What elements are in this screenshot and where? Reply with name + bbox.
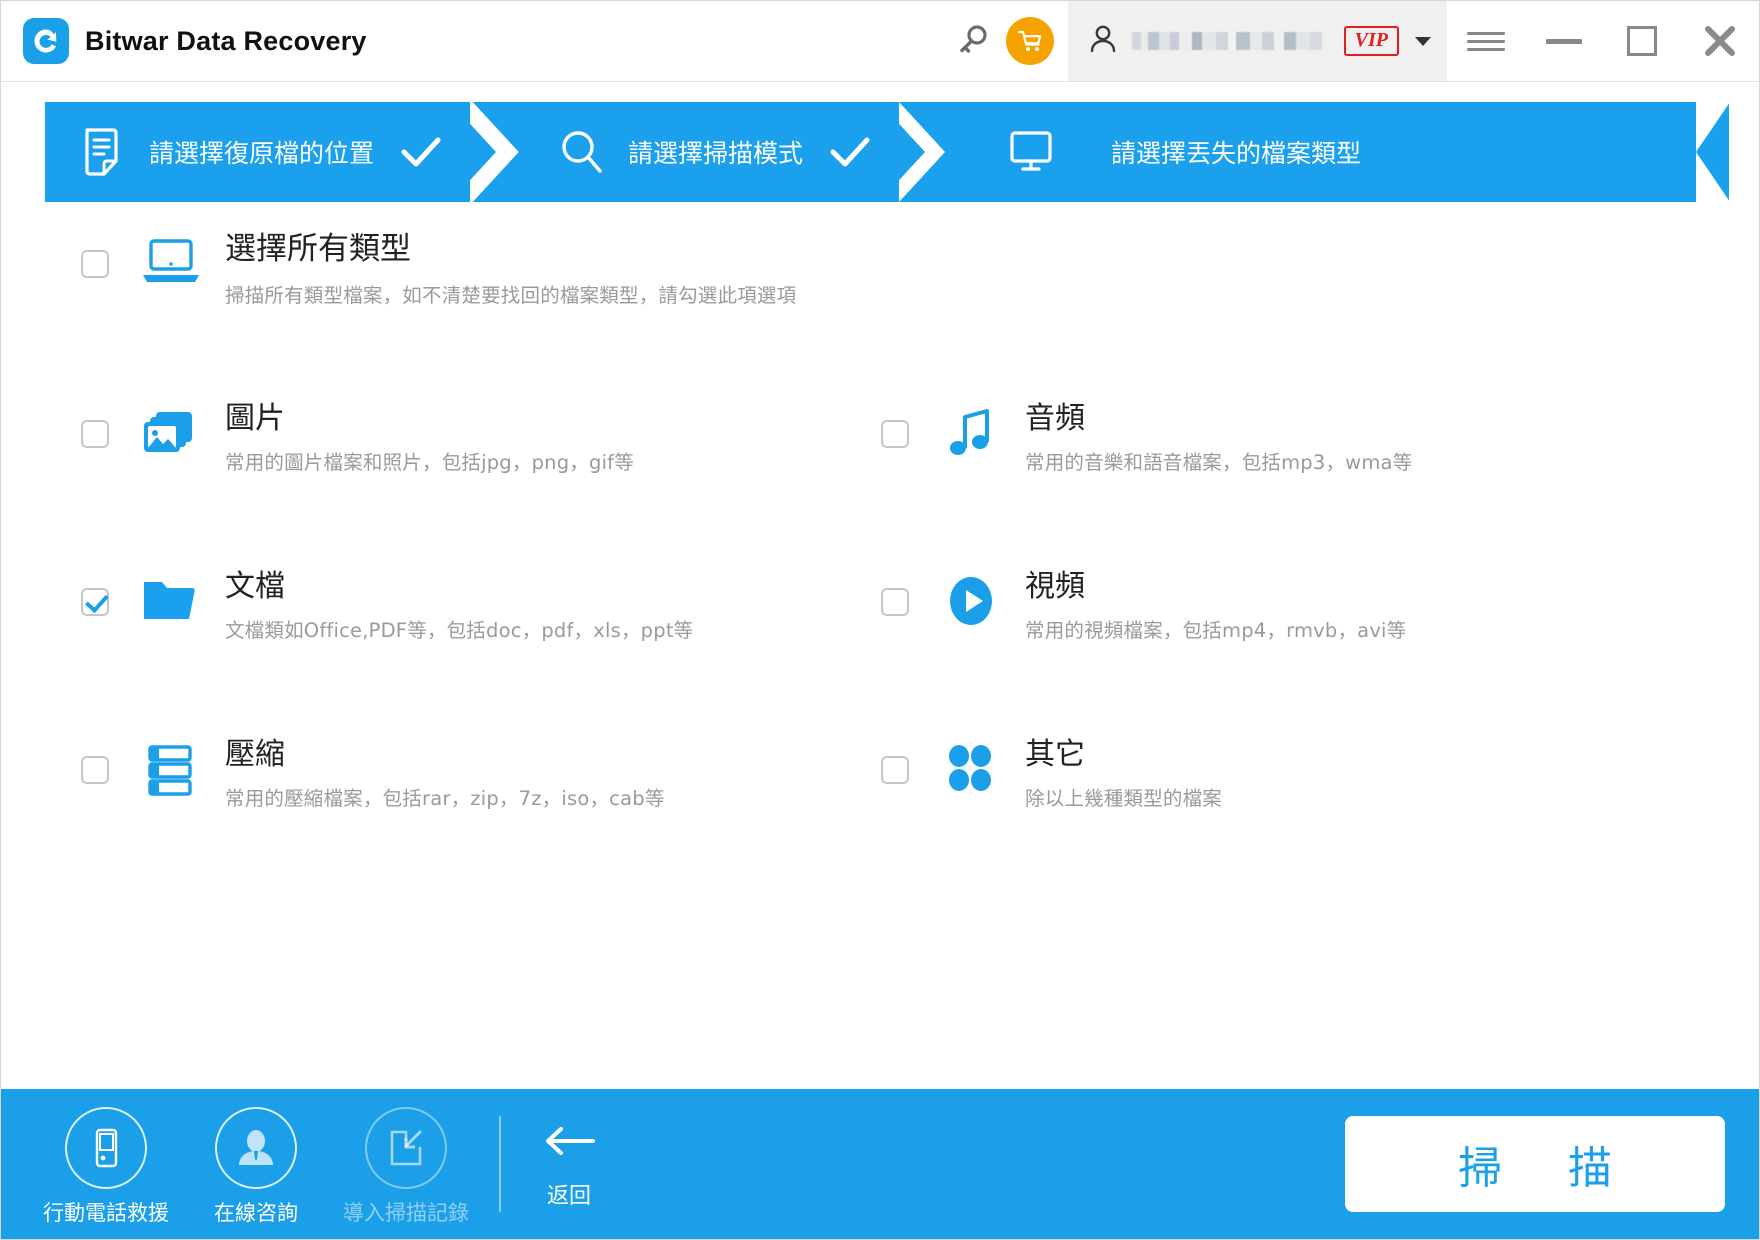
chevron-separator-1 [470,102,536,202]
search-icon [536,127,628,177]
play-circle-icon [933,574,1009,628]
file-type-text: 其它 除以上幾種類型的檔案 [1025,732,1222,811]
file-type-title: 壓縮 [225,737,285,772]
file-type-option-image[interactable]: 圖片 常用的圖片檔案和照片，包括jpg，png，gif等 [45,396,845,506]
step-banner-wrapper: 請選擇復原檔的位置 請選擇掃描模式 請選擇丟失的檔案類型 [1,82,1759,202]
file-type-title: 圖片 [225,401,285,436]
import-scan-log-button[interactable]: 導入掃描記錄 [331,1101,481,1227]
mobile-rescue-button[interactable]: 行動電話救援 [31,1101,181,1227]
checkbox-all[interactable] [81,250,109,278]
maximize-icon[interactable] [1603,1,1681,81]
step-label: 請選擇掃描模式 [628,139,804,168]
archive-stack-icon [133,742,209,798]
checkbox-video[interactable] [881,588,909,616]
chevron-down-icon[interactable] [1415,36,1431,46]
status-badge: VIP [1343,26,1399,56]
file-type-text: 壓縮 常用的壓縮檔案，包括rar，zip，7z，iso，cab等 [225,732,665,811]
file-type-title: 文檔 [225,569,285,604]
file-type-title: 視頻 [1025,569,1085,604]
toolbar-divider [499,1116,501,1212]
step-label: 請選擇復原檔的位置 [149,139,375,168]
file-type-text: 視頻 常用的視頻檔案，包括mp4，rmvb，avi等 [1025,564,1406,643]
file-type-title: 其它 [1025,737,1085,772]
bottom-toolbar: 行動電話救援 在線咨詢 導入掃描記錄 返回 掃 描 [1,1089,1759,1239]
monitor-icon [985,128,1077,176]
account-name-masked [1131,32,1332,50]
breadcrumb: 請選擇復原檔的位置 請選擇掃描模式 請選擇丟失的檔案類型 [45,102,1729,202]
shopping-cart-icon[interactable] [1005,17,1054,65]
picture-icon [133,406,209,458]
checkbox-document[interactable] [81,588,109,616]
checkbox-image[interactable] [81,420,109,448]
step-select-scan-mode[interactable]: 請選擇掃描模式 [536,102,899,202]
folder-icon [133,574,209,626]
step-select-location[interactable]: 請選擇復原檔的位置 [45,102,470,202]
application-window: Bitwar Data Recovery VIP 請選擇復原檔的位置 請選擇掃描… [0,0,1760,1240]
file-type-grid: 選擇所有類型 掃描所有類型檔案，如不清楚要找回的檔案類型，請勾選此項選項 圖片 … [45,202,1715,842]
scan-button[interactable]: 掃 描 [1345,1116,1725,1212]
music-note-icon [933,406,1009,460]
bitwar-logo-icon [23,18,69,64]
file-type-option-document[interactable]: 文檔 文檔類如Office,PDF等，包括doc，pdf，xls，ppt等 [45,564,845,674]
file-type-text: 文檔 文檔類如Office,PDF等，包括doc，pdf，xls，ppt等 [225,564,693,643]
check-icon [829,135,871,169]
back-button[interactable]: 返回 [541,1119,597,1210]
document-icon [57,126,149,178]
row-gap [45,506,1715,564]
import-file-icon [365,1107,447,1189]
checkbox-other[interactable] [881,756,909,784]
file-type-option-all[interactable]: 選擇所有類型 掃描所有類型檔案，如不清楚要找回的檔案類型，請勾選此項選項 [45,226,1715,336]
file-type-title: 音頻 [1025,401,1085,436]
file-type-desc: 常用的壓縮檔案，包括rar，zip，7z，iso，cab等 [225,786,665,810]
checkbox-audio[interactable] [881,420,909,448]
key-icon[interactable] [944,13,1000,69]
check-icon [400,135,442,169]
file-type-desc: 常用的圖片檔案和照片，包括jpg，png，gif等 [225,450,634,474]
title-bar: Bitwar Data Recovery VIP [1,1,1759,82]
file-type-title: 選擇所有類型 [225,231,411,267]
file-type-desc: 文檔類如Office,PDF等，包括doc，pdf，xls，ppt等 [225,618,694,642]
file-type-option-video[interactable]: 視頻 常用的視頻檔案，包括mp4，rmvb，avi等 [845,564,1715,674]
person-support-icon [215,1107,297,1189]
step-select-file-types[interactable]: 請選擇丟失的檔案類型 [965,102,1361,202]
file-type-desc: 掃描所有類型檔案，如不清楚要找回的檔案類型，請勾選此項選項 [225,283,797,307]
file-type-desc: 除以上幾種類型的檔案 [1025,786,1223,810]
file-type-text: 圖片 常用的圖片檔案和照片，包括jpg，png，gif等 [225,396,634,475]
file-type-text: 選擇所有類型 掃描所有類型檔案，如不清楚要找回的檔案類型，請勾選此項選項 [225,226,796,308]
checkbox-archive[interactable] [81,756,109,784]
user-account-icon [1086,22,1120,61]
close-icon[interactable] [1681,1,1759,81]
row-gap [45,674,1715,732]
file-type-text: 音頻 常用的音樂和語音檔案，包括mp3，wma等 [1025,396,1412,475]
four-dots-icon [933,742,1009,794]
file-type-option-archive[interactable]: 壓縮 常用的壓縮檔案，包括rar，zip，7z，iso，cab等 [45,732,845,842]
step-label: 請選擇丟失的檔案類型 [1111,139,1362,168]
brand: Bitwar Data Recovery [1,18,367,64]
online-consult-button[interactable]: 在線咨詢 [181,1101,331,1227]
back-label: 返回 [546,1183,591,1209]
tool-label: 行動電話救援 [43,1201,169,1225]
file-type-option-other[interactable]: 其它 除以上幾種類型的檔案 [845,732,1715,842]
file-type-desc: 常用的音樂和語音檔案，包括mp3，wma等 [1025,450,1413,474]
tool-label: 導入掃描記錄 [343,1201,469,1225]
file-type-selection-panel: 選擇所有類型 掃描所有類型檔案，如不清楚要找回的檔案類型，請勾選此項選項 圖片 … [1,202,1759,1089]
hamburger-menu-icon[interactable] [1447,1,1525,81]
app-title: Bitwar Data Recovery [85,25,367,56]
minimize-icon[interactable] [1525,1,1603,81]
arrow-left-icon [541,1123,597,1164]
tool-label: 在線咨詢 [214,1201,298,1225]
row-gap [45,336,1715,396]
laptop-icon [133,236,209,288]
mobile-phone-icon [65,1107,147,1189]
file-type-desc: 常用的視頻檔案，包括mp4，rmvb，avi等 [1025,618,1407,642]
account-menu[interactable]: VIP [1067,1,1447,81]
chevron-separator-2 [899,102,965,202]
file-type-option-audio[interactable]: 音頻 常用的音樂和語音檔案，包括mp3，wma等 [845,396,1715,506]
